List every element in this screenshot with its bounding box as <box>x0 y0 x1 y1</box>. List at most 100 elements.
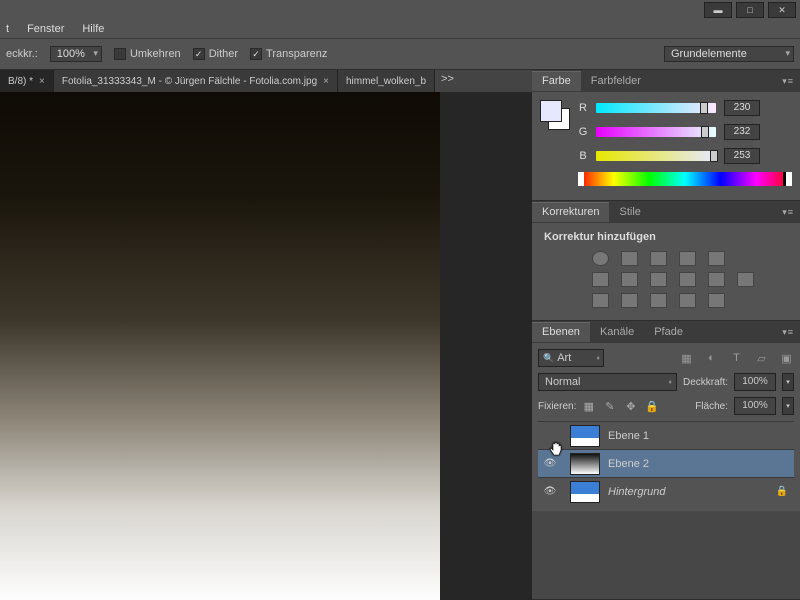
minimize-button[interactable]: ▬ <box>704 2 732 18</box>
opacity-popup[interactable]: ▾ <box>782 373 794 391</box>
tab-channels[interactable]: Kanäle <box>590 322 644 342</box>
opacity-label: eckkr.: <box>6 48 38 60</box>
opacity-combo[interactable]: 100% <box>50 46 102 62</box>
tab-paths[interactable]: Pfade <box>644 322 693 342</box>
threshold-icon[interactable] <box>650 293 667 308</box>
menu-hilfe[interactable]: Hilfe <box>82 23 104 35</box>
tab-color[interactable]: Farbe <box>532 71 581 91</box>
fill-popup[interactable]: ▾ <box>782 397 794 415</box>
panel-menu-button[interactable]: ▾≡ <box>776 207 800 218</box>
brightness-icon[interactable] <box>592 251 609 266</box>
lookup-icon[interactable] <box>737 272 754 287</box>
r-slider[interactable] <box>596 103 716 113</box>
filter-adjust-icon[interactable]: ◐ <box>704 351 719 366</box>
filter-type-icon[interactable]: T <box>729 351 744 366</box>
maximize-button[interactable]: □ <box>736 2 764 18</box>
balance-icon[interactable] <box>621 272 638 287</box>
b-label: B <box>578 150 588 162</box>
layer-row[interactable]: 👁 Hintergrund 🔒 <box>538 477 794 505</box>
lock-icon: 🔒 <box>776 486 788 497</box>
photo-filter-icon[interactable] <box>679 272 696 287</box>
tab-swatches[interactable]: Farbfelder <box>581 71 651 91</box>
visibility-toggle[interactable]: 👁 <box>538 458 562 469</box>
layer-thumbnail[interactable] <box>570 453 600 475</box>
reverse-checkbox[interactable] <box>114 48 126 60</box>
layer-name[interactable]: Hintergrund <box>608 486 665 498</box>
close-button[interactable]: ✕ <box>768 2 796 18</box>
layer-thumbnail[interactable] <box>570 425 600 447</box>
mixer-icon[interactable] <box>708 272 725 287</box>
layer-filter-combo[interactable]: 🔍 Art <box>538 349 604 367</box>
search-icon: 🔍 <box>543 353 554 364</box>
g-value[interactable]: 232 <box>724 124 760 140</box>
menu-item-t[interactable]: t <box>6 23 9 35</box>
blend-mode-combo[interactable]: Normal <box>538 373 677 391</box>
r-value[interactable]: 230 <box>724 100 760 116</box>
tab-adjustments[interactable]: Korrekturen <box>532 202 609 222</box>
opacity-value[interactable]: 100% <box>734 373 776 391</box>
opacity-label: Deckkraft: <box>683 377 728 388</box>
panel-menu-button[interactable]: ▾≡ <box>776 76 800 87</box>
g-label: G <box>578 126 588 138</box>
visibility-toggle[interactable]: 👁 <box>538 486 562 497</box>
document-tab-2[interactable]: Fotolia_31333343_M - © Jürgen Fälchle - … <box>54 70 338 92</box>
panel-menu-button[interactable]: ▾≡ <box>776 327 800 338</box>
selective-icon[interactable] <box>708 293 725 308</box>
reverse-option[interactable]: Umkehren <box>114 48 181 60</box>
posterize-icon[interactable] <box>621 293 638 308</box>
fill-label: Fläche: <box>695 401 728 412</box>
filter-pixel-icon[interactable]: ▦ <box>679 351 694 366</box>
filter-shape-icon[interactable]: ▱ <box>754 351 769 366</box>
hue-icon[interactable] <box>592 272 609 287</box>
layer-row[interactable]: Ebene 1 <box>538 421 794 449</box>
curves-icon[interactable] <box>650 251 667 266</box>
levels-icon[interactable] <box>621 251 638 266</box>
g-slider[interactable] <box>596 127 716 137</box>
tab-styles[interactable]: Stile <box>609 202 650 222</box>
canvas-content <box>0 92 440 600</box>
r-label: R <box>578 102 588 114</box>
filter-label: Art <box>557 352 571 364</box>
dither-label: Dither <box>209 48 238 60</box>
tab-overflow-button[interactable]: >> <box>435 70 460 92</box>
layer-row[interactable]: 👁 Ebene 2 <box>538 449 794 477</box>
layer-thumbnail[interactable] <box>570 481 600 503</box>
layer-name[interactable]: Ebene 2 <box>608 458 649 470</box>
lock-all-icon[interactable]: 🔒 <box>645 400 658 413</box>
close-tab-icon[interactable]: × <box>39 76 45 87</box>
layer-name[interactable]: Ebene 1 <box>608 430 649 442</box>
gradient-map-icon[interactable] <box>679 293 696 308</box>
adjustments-title: Korrektur hinzufügen <box>544 231 788 243</box>
foreground-swatch[interactable] <box>540 100 562 122</box>
hand-cursor-icon <box>547 442 563 458</box>
workspace-combo[interactable]: Grundelemente <box>664 46 794 62</box>
transparency-label: Transparenz <box>266 48 327 60</box>
document-tab-1[interactable]: B/8) * × <box>0 70 54 92</box>
menu-fenster[interactable]: Fenster <box>27 23 64 35</box>
lock-position-icon[interactable]: ✥ <box>624 400 637 413</box>
tab-label: himmel_wolken_b <box>346 76 426 87</box>
lock-label: Fixieren: <box>538 401 576 412</box>
reverse-label: Umkehren <box>130 48 181 60</box>
color-spectrum[interactable] <box>578 172 792 186</box>
transparency-checkbox[interactable]: ✓ <box>250 48 262 60</box>
fill-value[interactable]: 100% <box>734 397 776 415</box>
close-tab-icon[interactable]: × <box>323 76 329 87</box>
b-slider[interactable] <box>596 151 716 161</box>
tab-label: B/8) * <box>8 76 33 87</box>
dither-option[interactable]: ✓ Dither <box>193 48 238 60</box>
b-value[interactable]: 253 <box>724 148 760 164</box>
filter-smart-icon[interactable]: ▣ <box>779 351 794 366</box>
invert-icon[interactable] <box>592 293 609 308</box>
exposure-icon[interactable] <box>679 251 696 266</box>
tab-label: Fotolia_31333343_M - © Jürgen Fälchle - … <box>62 76 317 87</box>
transparency-option[interactable]: ✓ Transparenz <box>250 48 327 60</box>
document-tab-3[interactable]: himmel_wolken_b <box>338 70 435 92</box>
tab-layers[interactable]: Ebenen <box>532 322 590 342</box>
bw-icon[interactable] <box>650 272 667 287</box>
canvas[interactable] <box>0 92 532 600</box>
lock-transparency-icon[interactable]: ▦ <box>582 400 595 413</box>
lock-pixels-icon[interactable]: ✎ <box>603 400 616 413</box>
vibrance-icon[interactable] <box>708 251 725 266</box>
dither-checkbox[interactable]: ✓ <box>193 48 205 60</box>
